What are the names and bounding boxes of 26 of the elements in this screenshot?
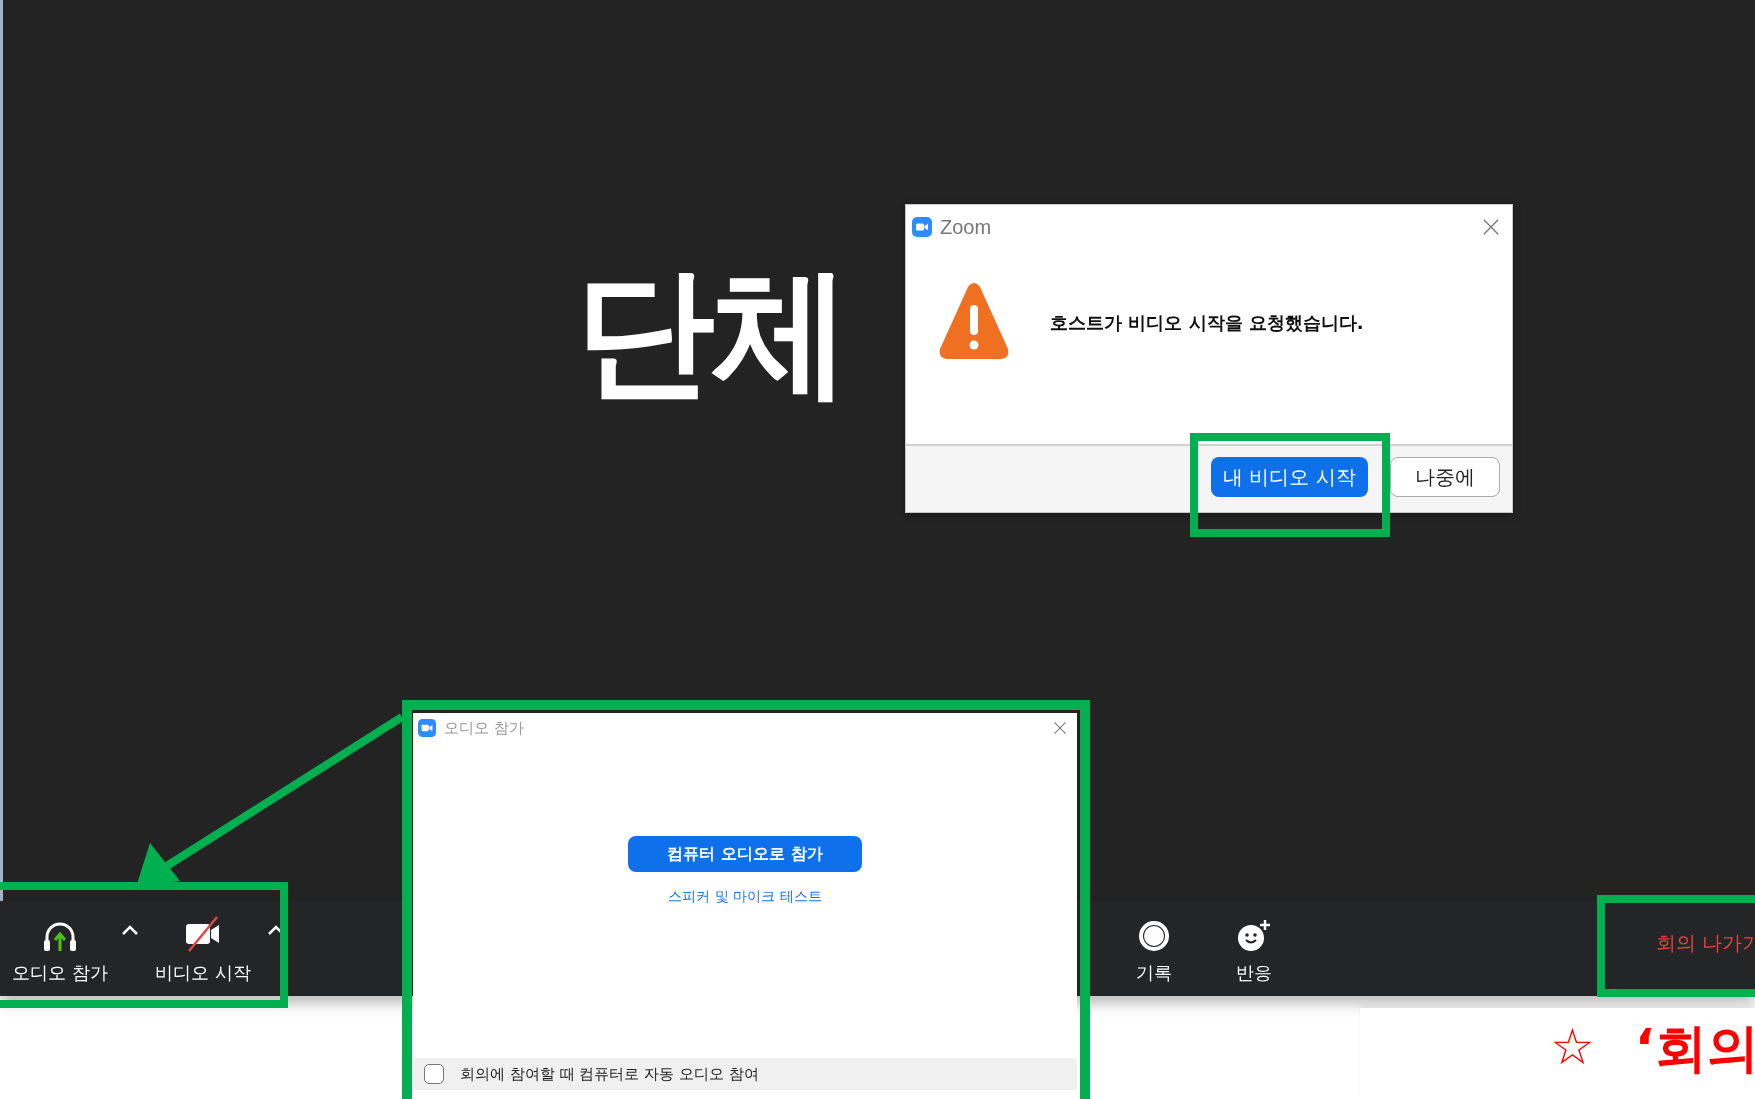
toolbar-button[interactable]: 기록 bbox=[1130, 905, 1178, 986]
smiley-plus-icon bbox=[1237, 918, 1271, 953]
camera-logo-icon bbox=[912, 217, 932, 237]
close-icon[interactable] bbox=[1482, 218, 1500, 236]
toolbar-button[interactable]: 반응 bbox=[1230, 905, 1278, 986]
dialog-message: 호스트가 비디오 시작을 요청했습니다. bbox=[1050, 311, 1364, 335]
start-video-button[interactable]: 내 비디오 시작 bbox=[1211, 457, 1368, 497]
auto-join-label: 회의에 참여할 때 컴퓨터로 자동 오디오 참여 bbox=[460, 1063, 759, 1085]
dialog-title: 오디오 참가 bbox=[444, 717, 524, 739]
note-text: ‘회의 bbox=[1634, 1022, 1755, 1074]
leave-meeting-button[interactable]: 회의 나가기 bbox=[1656, 927, 1755, 964]
join-computer-audio-button[interactable]: 컴퓨터 오디오로 참가 bbox=[628, 836, 862, 872]
toolbar-button[interactable]: 오디오 참가 bbox=[6, 905, 114, 986]
toolbar-button[interactable]: 비디오 시작 bbox=[149, 905, 257, 986]
later-button[interactable]: 나중에 bbox=[1390, 457, 1500, 497]
record-icon bbox=[1137, 918, 1171, 953]
caret-icon[interactable] bbox=[120, 923, 140, 936]
auto-join-row[interactable]: 회의에 참여할 때 컴퓨터로 자동 오디오 참여 bbox=[413, 1058, 1077, 1090]
checkbox[interactable] bbox=[424, 1064, 444, 1084]
close-icon[interactable] bbox=[1053, 721, 1067, 735]
camera-logo-icon bbox=[418, 719, 436, 737]
warning-icon bbox=[938, 281, 1010, 361]
caption-text: 단체 bbox=[575, 262, 847, 402]
star-symbol: ☆ bbox=[1550, 1022, 1595, 1072]
dialog-title: Zoom bbox=[940, 215, 992, 240]
speaker-mic-test-link[interactable]: 스피커 및 마이크 테스트 bbox=[668, 886, 822, 907]
